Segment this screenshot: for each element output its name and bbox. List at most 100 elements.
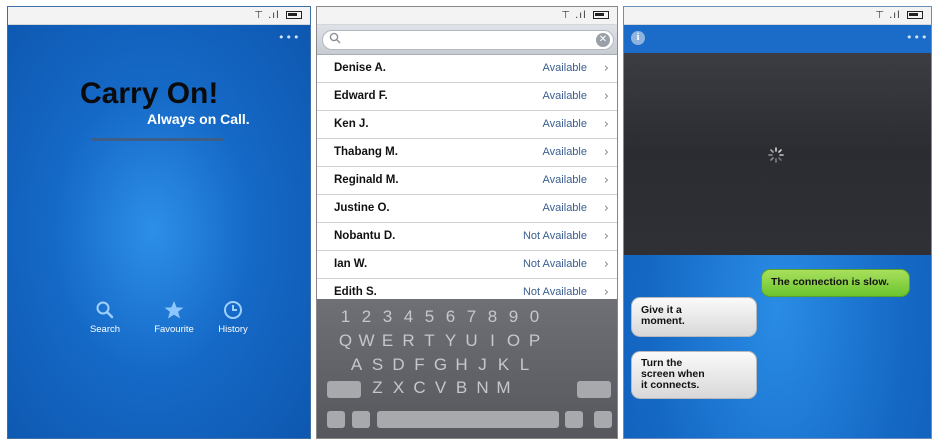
keyboard-row-middle: ASDFGHJKL <box>346 355 535 375</box>
message-text: Give it a moment. <box>641 304 685 327</box>
screenshot-collage: ⊤ .ıl ••• Carry On! Always on Call. Sear… <box>0 0 936 439</box>
chevron-right-icon: › <box>603 89 609 104</box>
contact-name: Ken J. <box>334 118 369 130</box>
contact-row[interactable]: Edward F. Available › <box>317 83 617 111</box>
video-feed <box>624 53 931 255</box>
search-bar: ✕ <box>317 25 617 55</box>
chevron-right-icon: › <box>603 61 609 76</box>
contact-row[interactable]: Denise A. Available › <box>317 55 617 83</box>
menu-dots-icon[interactable]: ••• <box>906 31 928 44</box>
key[interactable]: D <box>388 355 409 375</box>
title-divider <box>91 138 224 141</box>
signal-battery-icons: ⊤ .ıl <box>561 10 609 21</box>
key[interactable]: Y <box>440 331 461 351</box>
delete-key[interactable] <box>577 381 611 398</box>
key[interactable]: 6 <box>440 307 461 327</box>
message-text: Turn the screen when it connects. <box>641 357 705 391</box>
key[interactable]: 1 <box>335 307 356 327</box>
contact-row[interactable]: Thabang M. Available › <box>317 139 617 167</box>
contact-name: Edward F. <box>334 90 388 102</box>
nav-history-label: History <box>218 324 248 335</box>
info-icon[interactable]: i <box>631 31 645 45</box>
nav-favourite-button[interactable]: Favourite <box>143 300 205 335</box>
battery-icon <box>593 11 609 19</box>
message-bubble-received: Give it a moment. <box>631 297 757 337</box>
key[interactable]: 9 <box>503 307 524 327</box>
nav-favourite-label: Favourite <box>154 324 194 335</box>
key[interactable]: Q <box>335 331 356 351</box>
key[interactable]: X <box>388 378 409 398</box>
call-toolbar <box>624 25 931 53</box>
message-bubble-received: Turn the screen when it connects. <box>631 351 757 399</box>
key[interactable]: L <box>514 355 535 375</box>
key[interactable]: P <box>524 331 545 351</box>
search-input[interactable] <box>322 30 614 50</box>
contact-status: Not Available <box>522 286 587 298</box>
key[interactable]: Z <box>367 378 388 398</box>
contacts-screen: ⊤ .ıl ✕ Denise A. Available › Edward F. Ava… <box>316 6 618 439</box>
clock-icon <box>224 301 242 319</box>
contact-row[interactable]: Justine O. Available › <box>317 195 617 223</box>
status-bar: ⊤ .ıl <box>624 7 931 25</box>
key[interactable]: A <box>346 355 367 375</box>
numbers-key[interactable] <box>327 411 345 428</box>
video-feed-top <box>624 53 931 153</box>
key[interactable]: 0 <box>524 307 545 327</box>
signal-battery-icons: ⊤ .ıl <box>875 10 923 21</box>
key[interactable]: 7 <box>461 307 482 327</box>
globe-key[interactable] <box>352 411 370 428</box>
key[interactable]: 2 <box>356 307 377 327</box>
menu-dots-icon[interactable]: ••• <box>278 31 300 44</box>
shift-key[interactable] <box>327 381 361 398</box>
clear-search-icon[interactable]: ✕ <box>596 33 610 47</box>
key[interactable]: W <box>356 331 377 351</box>
key[interactable]: K <box>493 355 514 375</box>
nav-history-button[interactable]: History <box>202 300 264 335</box>
key[interactable]: O <box>503 331 524 351</box>
key[interactable]: G <box>430 355 451 375</box>
contact-row[interactable]: Nobantu D. Not Available › <box>317 223 617 251</box>
contact-status: Available <box>542 90 587 102</box>
chevron-right-icon: › <box>603 229 609 244</box>
keyboard-row-numbers: 1234567890 <box>335 307 545 327</box>
contact-name: Edith S. <box>334 286 377 298</box>
contact-name: Nobantu D. <box>334 230 396 242</box>
key[interactable]: N <box>472 378 493 398</box>
loading-spinner-icon <box>768 147 784 163</box>
message-bubble-sent: The connection is slow. <box>761 269 910 297</box>
key[interactable]: 5 <box>419 307 440 327</box>
contact-row[interactable]: Reginald M. Available › <box>317 167 617 195</box>
chevron-right-icon: › <box>603 285 609 300</box>
contact-row[interactable]: Ken J. Available › <box>317 111 617 139</box>
key[interactable]: H <box>451 355 472 375</box>
key[interactable]: U <box>461 331 482 351</box>
space-key[interactable] <box>377 411 559 428</box>
key[interactable]: S <box>367 355 388 375</box>
key[interactable]: R <box>398 331 419 351</box>
key[interactable]: M <box>493 378 514 398</box>
key[interactable]: J <box>472 355 493 375</box>
period-key[interactable] <box>565 411 583 428</box>
chevron-right-icon: › <box>603 257 609 272</box>
return-key[interactable] <box>594 411 612 428</box>
contact-status: Available <box>542 62 587 74</box>
contact-status: Available <box>542 118 587 130</box>
home-screen: ⊤ .ıl ••• Carry On! Always on Call. Sear… <box>7 6 311 439</box>
key[interactable]: B <box>451 378 472 398</box>
contact-name: Denise A. <box>334 62 386 74</box>
key[interactable]: T <box>419 331 440 351</box>
app-title: Carry On! <box>80 77 219 110</box>
key[interactable]: V <box>430 378 451 398</box>
nav-search-button[interactable]: Search <box>74 300 136 335</box>
contact-name: Justine O. <box>334 202 390 214</box>
key[interactable]: 8 <box>482 307 503 327</box>
chevron-right-icon: › <box>603 201 609 216</box>
contact-name: Reginald M. <box>334 174 399 186</box>
key[interactable]: I <box>482 331 503 351</box>
key[interactable]: E <box>377 331 398 351</box>
key[interactable]: C <box>409 378 430 398</box>
contact-row[interactable]: Ian W. Not Available › <box>317 251 617 279</box>
key[interactable]: 4 <box>398 307 419 327</box>
key[interactable]: 3 <box>377 307 398 327</box>
key[interactable]: F <box>409 355 430 375</box>
